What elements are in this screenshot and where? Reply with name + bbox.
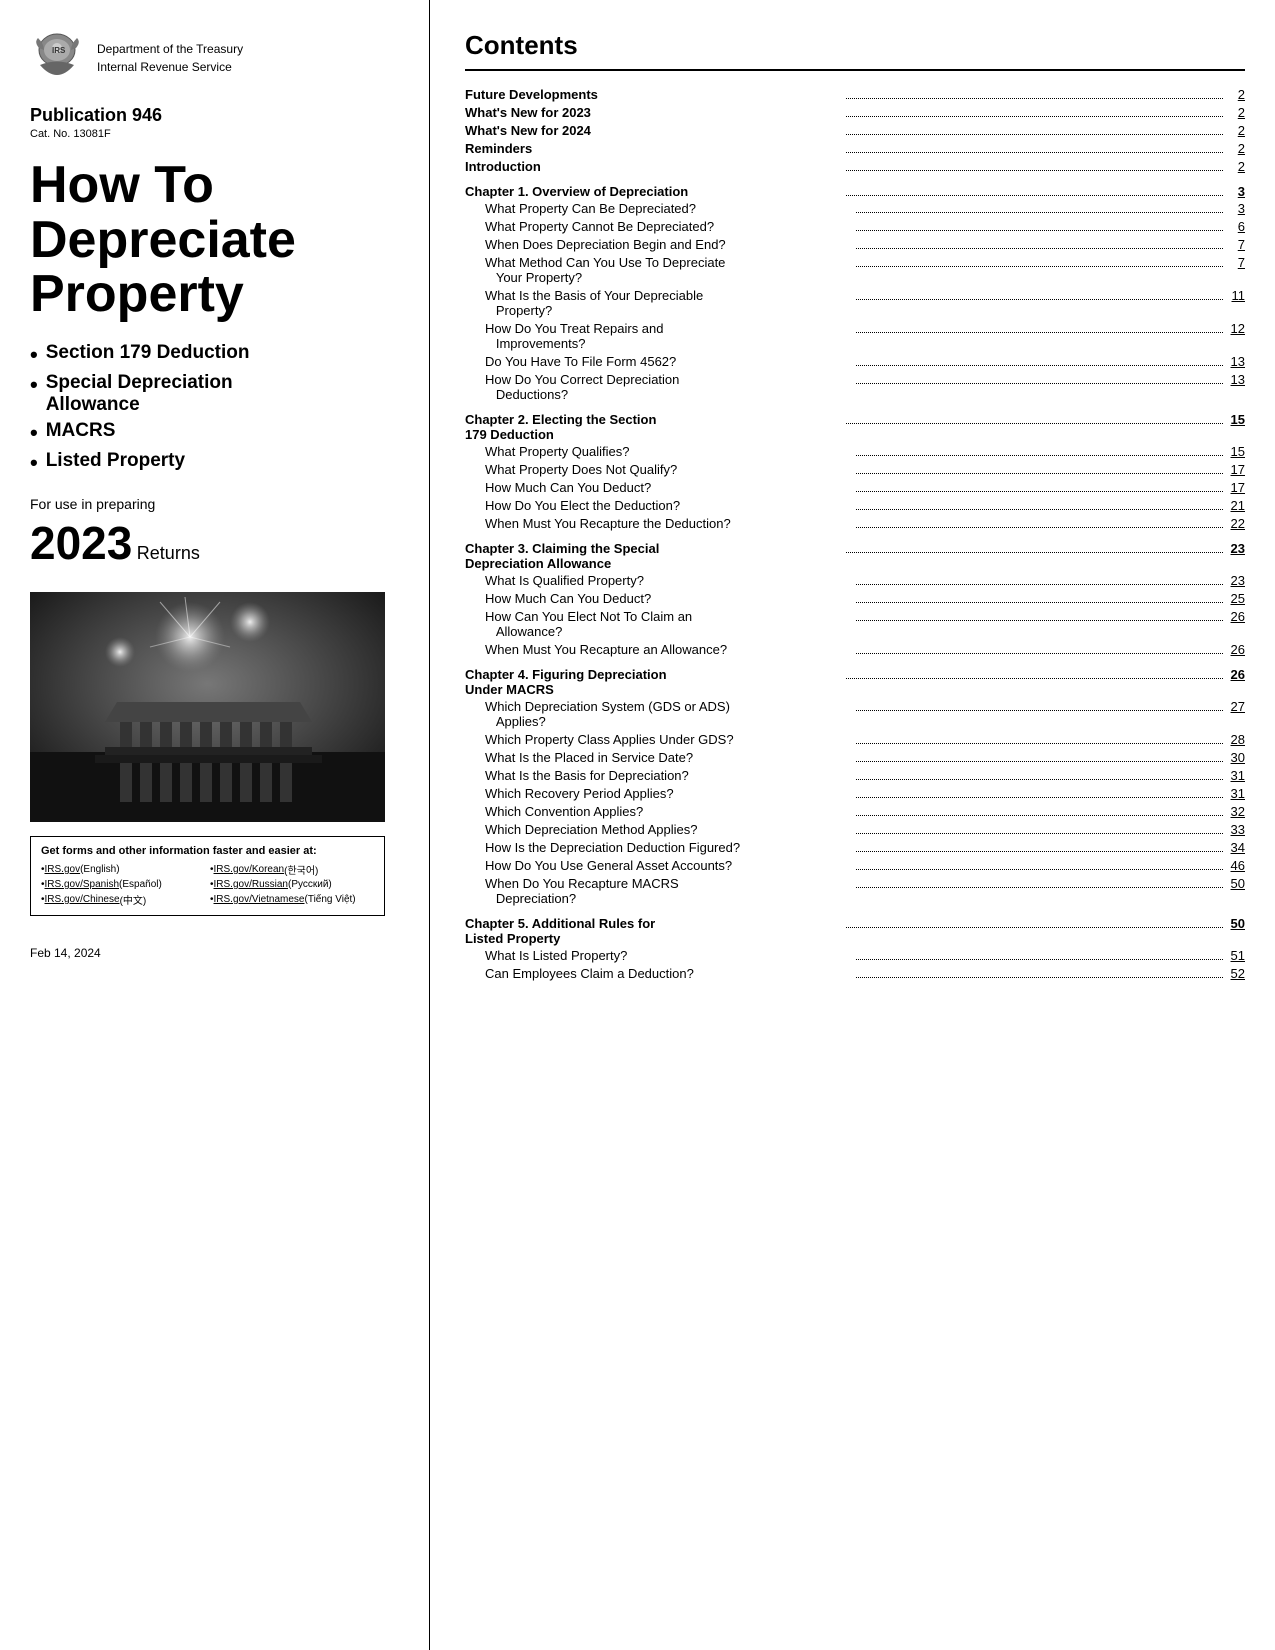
link-irs-spanish[interactable]: IRS.gov/Spanish <box>45 879 120 890</box>
toc-introduction: Introduction 2 <box>465 159 1245 174</box>
toc-chapter2-heading: Chapter 2. Electing the Section179 Deduc… <box>465 412 1245 442</box>
bullet-dot: • <box>30 450 38 476</box>
toc-chapter3-heading: Chapter 3. Claiming the SpecialDepreciat… <box>465 541 1245 571</box>
date-footer: Feb 14, 2024 <box>30 946 404 960</box>
link-lang-chinese: (中文) <box>120 892 147 907</box>
publication-number: Publication 946 <box>30 105 404 126</box>
toc-ch4-which-system: Which Depreciation System (GDS or ADS) A… <box>465 699 1245 729</box>
title-line2: Depreciate <box>30 211 296 269</box>
toc-ch1-what-basis: What Is the Basis of Your Depreciable Pr… <box>465 288 1245 318</box>
bullet-item-listed: • Listed Property <box>30 450 404 476</box>
link-irs-russian[interactable]: IRS.gov/Russian <box>214 879 288 890</box>
bullet-item-special: • Special DepreciationAllowance <box>30 372 404 416</box>
main-title: How To Depreciate Property <box>30 158 404 322</box>
returns-label: Returns <box>137 543 200 563</box>
toc-ch5-what-is-listed: What Is Listed Property? 51 <box>465 948 1245 963</box>
bullet-dot: • <box>30 420 38 446</box>
toc-ch1-form4562: Do You Have To File Form 4562? 13 <box>465 354 1245 369</box>
irs-header: IRS Department of the Treasury Internal … <box>30 30 404 85</box>
left-column: IRS Department of the Treasury Internal … <box>0 0 430 1650</box>
link-item-spanish[interactable]: • IRS.gov/Spanish (Español) <box>41 879 205 890</box>
bullet-label-special: Special DepreciationAllowance <box>46 372 233 416</box>
cat-number: Cat. No. 13081F <box>30 128 404 140</box>
toc-ch1-what-can: What Property Can Be Depreciated? 3 <box>465 201 1245 216</box>
link-irs-chinese[interactable]: IRS.gov/Chinese <box>45 894 120 905</box>
toc-chapter1-heading: Chapter 1. Overview of Depreciation 3 <box>465 184 1245 199</box>
toc-reminders: Reminders 2 <box>465 141 1245 156</box>
link-item-vietnamese[interactable]: • IRS.gov/Vietnamese (Tiếng Việt) <box>210 892 374 907</box>
title-line3: Property <box>30 265 244 323</box>
toc-ch1-what-cannot: What Property Cannot Be Depreciated? 6 <box>465 219 1245 234</box>
svg-text:IRS: IRS <box>52 46 66 55</box>
toc-ch3-how-much: How Much Can You Deduct? 25 <box>465 591 1245 606</box>
link-item-irs[interactable]: • IRS.gov (English) <box>41 862 205 877</box>
bullet-label-section179: Section 179 Deduction <box>46 342 250 364</box>
toc-ch3-qualified-property: What Is Qualified Property? 23 <box>465 573 1245 588</box>
toc-ch4-recapture-macrs: When Do You Recapture MACRS Depreciation… <box>465 876 1245 906</box>
for-use-text: For use in preparing <box>30 496 404 512</box>
dept-label: Department of the Treasury <box>97 40 243 58</box>
toc-ch3-elect-not-claim: How Can You Elect Not To Claim an Allowa… <box>465 609 1245 639</box>
bullet-label-macrs: MACRS <box>46 420 116 442</box>
link-irs-vietnamese[interactable]: IRS.gov/Vietnamese <box>214 894 305 905</box>
link-item-korean[interactable]: • IRS.gov/Korean (한국어) <box>210 862 374 877</box>
toc-ch4-property-class: Which Property Class Applies Under GDS? … <box>465 732 1245 747</box>
toc-ch4-placed-service: What Is the Placed in Service Date? 30 <box>465 750 1245 765</box>
irs-header-text: Department of the Treasury Internal Reve… <box>97 40 243 76</box>
toc-ch2-recapture: When Must You Recapture the Deduction? 2… <box>465 516 1245 531</box>
cover-image <box>30 592 385 822</box>
toc-ch4-method: Which Depreciation Method Applies? 33 <box>465 822 1245 837</box>
link-lang-english: (English) <box>80 864 119 875</box>
bullet-list: • Section 179 Deduction • Special Deprec… <box>30 342 404 476</box>
link-lang-vietnamese: (Tiếng Việt) <box>305 894 356 905</box>
link-item-chinese[interactable]: • IRS.gov/Chinese (中文) <box>41 892 205 907</box>
toc-ch1-when-begin-end: When Does Depreciation Begin and End? 7 <box>465 237 1245 252</box>
toc-future-developments: Future Developments 2 <box>465 87 1245 102</box>
toc-whats-new-2024: What's New for 2024 2 <box>465 123 1245 138</box>
irs-logo: IRS <box>30 30 85 85</box>
bullet-item-section179: • Section 179 Deduction <box>30 342 404 368</box>
toc-ch5-employees-claim: Can Employees Claim a Deduction? 52 <box>465 966 1245 981</box>
toc-ch4-basis: What Is the Basis for Depreciation? 31 <box>465 768 1245 783</box>
service-label: Internal Revenue Service <box>97 58 243 76</box>
right-column: Contents Future Developments 2 What's Ne… <box>430 0 1275 1650</box>
toc-ch2-what-not-qualify: What Property Does Not Qualify? 17 <box>465 462 1245 477</box>
toc-container: Future Developments 2 What's New for 202… <box>465 87 1245 981</box>
toc-chapter4-heading: Chapter 4. Figuring DepreciationUnder MA… <box>465 667 1245 697</box>
toc-ch1-what-method: What Method Can You Use To Depreciate Yo… <box>465 255 1245 285</box>
link-lang-spanish: (Español) <box>119 879 162 890</box>
bullet-label-listed: Listed Property <box>46 450 185 472</box>
link-irs-gov[interactable]: IRS.gov <box>45 864 81 875</box>
link-lang-russian: (Русский) <box>288 879 332 890</box>
link-irs-korean[interactable]: IRS.gov/Korean <box>214 864 285 875</box>
toc-ch4-recovery-period: Which Recovery Period Applies? 31 <box>465 786 1245 801</box>
toc-ch2-what-qualifies: What Property Qualifies? 15 <box>465 444 1245 459</box>
get-forms-box: Get forms and other information faster a… <box>30 836 385 916</box>
bullet-dot: • <box>30 342 38 368</box>
toc-ch2-how-elect: How Do You Elect the Deduction? 21 <box>465 498 1245 513</box>
toc-ch2-how-much-deduct: How Much Can You Deduct? 17 <box>465 480 1245 495</box>
contents-title: Contents <box>465 30 1245 71</box>
get-forms-title: Get forms and other information faster a… <box>41 845 374 857</box>
forms-links: • IRS.gov (English) • IRS.gov/Korean (한국… <box>41 862 374 907</box>
year-returns: 2023 Returns <box>30 516 404 570</box>
toc-ch4-convention: Which Convention Applies? 32 <box>465 804 1245 819</box>
title-line1: How To <box>30 156 214 214</box>
toc-ch1-repairs: How Do You Treat Repairs and Improvement… <box>465 321 1245 351</box>
toc-chapter5-heading: Chapter 5. Additional Rules forListed Pr… <box>465 916 1245 946</box>
toc-ch3-recapture-allowance: When Must You Recapture an Allowance? 26 <box>465 642 1245 657</box>
toc-ch1-correct-deductions: How Do You Correct Depreciation Deductio… <box>465 372 1245 402</box>
link-item-russian[interactable]: • IRS.gov/Russian (Русский) <box>210 879 374 890</box>
year-number: 2023 <box>30 517 132 569</box>
toc-ch4-general-asset: How Do You Use General Asset Accounts? 4… <box>465 858 1245 873</box>
bullet-item-macrs: • MACRS <box>30 420 404 446</box>
toc-whats-new-2023: What's New for 2023 2 <box>465 105 1245 120</box>
bullet-dot: • <box>30 372 38 398</box>
link-lang-korean: (한국어) <box>284 862 318 877</box>
toc-ch4-how-figured: How Is the Depreciation Deduction Figure… <box>465 840 1245 855</box>
